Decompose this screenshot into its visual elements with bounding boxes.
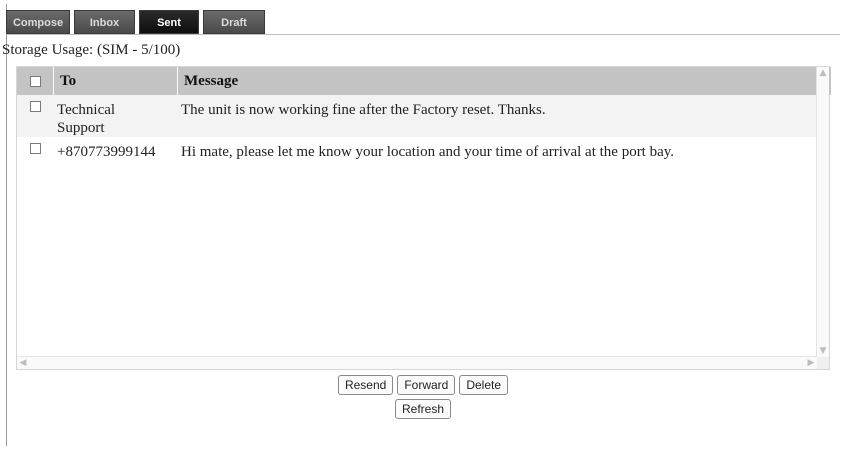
- row-checkbox[interactable]: [29, 101, 41, 112]
- column-header-message[interactable]: Message: [177, 67, 831, 95]
- recipient-number: +870773999144: [57, 144, 156, 160]
- sent-messages-table: To Message Technical Support The unit is…: [16, 66, 831, 370]
- horizontal-scrollbar[interactable]: ◀ ▶: [17, 356, 817, 369]
- tab-bar: Compose Inbox Sent Draft: [6, 10, 265, 34]
- recipient-name-line2: Support: [57, 120, 105, 136]
- scrollbar-corner: [817, 357, 829, 369]
- resend-button[interactable]: Resend: [337, 375, 394, 395]
- delete-button[interactable]: Delete: [459, 375, 509, 395]
- table-row[interactable]: +870773999144 Hi mate, please let me kno…: [17, 137, 817, 163]
- recipient-cell: Technical Support: [53, 95, 177, 137]
- scroll-down-arrow-icon[interactable]: ▼: [817, 345, 829, 357]
- action-buttons-row: Resend Forward Delete: [0, 375, 846, 395]
- header-checkbox-cell: [17, 75, 53, 87]
- column-header-to[interactable]: To: [53, 67, 177, 95]
- recipient-name: Technical: [57, 102, 116, 118]
- scroll-up-arrow-icon[interactable]: ▲: [817, 67, 829, 79]
- tab-draft[interactable]: Draft: [203, 10, 265, 34]
- tab-sent[interactable]: Sent: [139, 10, 199, 34]
- refresh-button-row: Refresh: [0, 399, 846, 419]
- scroll-right-arrow-icon[interactable]: ▶: [805, 357, 817, 369]
- row-checkbox-cell: [17, 137, 53, 154]
- tab-divider: [6, 34, 840, 35]
- row-checkbox-cell: [17, 95, 53, 112]
- tab-inbox[interactable]: Inbox: [74, 10, 135, 34]
- refresh-button[interactable]: Refresh: [394, 399, 452, 419]
- scroll-left-arrow-icon[interactable]: ◀: [17, 357, 29, 369]
- message-cell: Hi mate, please let me know your locatio…: [181, 144, 675, 160]
- table-header: To Message: [17, 67, 831, 95]
- table-row[interactable]: Technical Support The unit is now workin…: [17, 95, 817, 137]
- table-body: Technical Support The unit is now workin…: [17, 95, 817, 163]
- vertical-scrollbar[interactable]: ▲ ▼: [816, 67, 829, 357]
- tab-compose[interactable]: Compose: [6, 10, 70, 34]
- row-checkbox[interactable]: [29, 143, 41, 154]
- storage-usage-label: Storage Usage: (SIM - 5/100): [2, 42, 181, 58]
- select-all-checkbox[interactable]: [29, 75, 41, 87]
- forward-button[interactable]: Forward: [397, 375, 456, 395]
- recipient-cell: +870773999144: [53, 137, 177, 161]
- message-cell: The unit is now working fine after the F…: [181, 102, 546, 118]
